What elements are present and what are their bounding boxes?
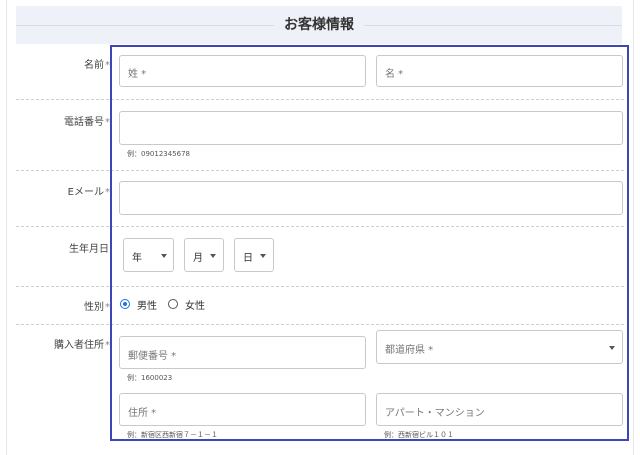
highlight-box	[110, 45, 629, 441]
name-label: 名前*	[84, 60, 110, 71]
section-title: お客様情報	[274, 15, 364, 35]
page-border-right	[633, 0, 634, 455]
section-header: お客様情報	[16, 6, 622, 44]
birthdate-label: 生年月日	[69, 244, 109, 255]
address-label: 購入者住所*	[54, 340, 110, 351]
page-border-left	[6, 0, 7, 455]
gender-label: 性別*	[84, 302, 110, 313]
email-label: Eメール*	[67, 187, 110, 198]
phone-label: 電話番号*	[64, 117, 110, 128]
